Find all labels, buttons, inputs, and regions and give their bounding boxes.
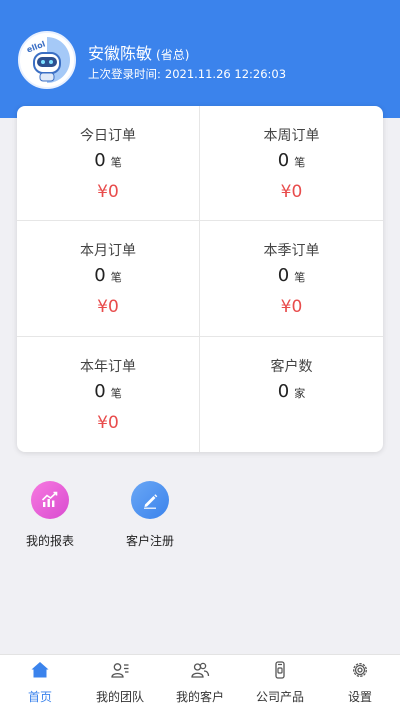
stat-title: 本季订单 [263,243,320,260]
customers-icon [191,662,210,678]
user-name: 安徽陈敏 [88,44,153,63]
stat-amount: ¥0 [97,297,119,318]
stat-unit: 笔 [110,156,122,169]
order-stats-card: 今日订单 0 笔 ¥0 本周订单 0 笔 ¥0 本月订单 0 笔 ¥0 本季订单 [17,106,383,452]
stat-title: 本周订单 [263,128,320,144]
nav-label: 公司产品 [255,690,304,704]
team-icon [111,663,129,678]
bottom-nav: 首页 我的团队 我的客户 公司产品 设置 [0,654,400,711]
last-login-time: 2021.11.26 12:26:03 [164,67,287,81]
settings-icon [353,663,367,677]
stat-count-row: 0 家 [200,381,383,402]
home-screen: ellol 安徽陈敏 (省总) 上次登录时间: 2021.11.26 12:26:… [0,0,400,711]
my-reports-button[interactable]: 我的报表 [10,481,90,549]
nav-label: 设置 [347,690,372,704]
nav-label: 我的客户 [175,690,224,704]
stat-count-row: 0 笔 [17,381,199,402]
nav-my-customers[interactable]: 我的客户 [160,655,240,711]
stat-quarter-orders[interactable]: 本季订单 0 笔 ¥0 [200,221,383,337]
stat-count: 0 [94,380,106,402]
last-login: 上次登录时间: 2021.11.26 12:26:03 [88,66,286,82]
stat-count-row: 0 笔 [200,150,383,171]
stat-year-orders[interactable]: 本年订单 0 笔 ¥0 [17,336,200,452]
stat-count-row: 0 笔 [17,150,199,171]
stat-count: 0 [277,265,290,287]
product-icon [275,661,285,679]
nav-label: 我的团队 [95,690,144,704]
stat-count: 0 [277,150,290,171]
stat-title: 今日订单 [80,128,136,144]
stat-month-orders[interactable]: 本月订单 0 笔 ¥0 [17,221,200,337]
stat-count-row: 0 笔 [200,265,383,286]
profile-header: ellol 安徽陈敏 (省总) 上次登录时间: 2021.11.26 12:26:… [0,0,400,118]
stat-amount: ¥0 [97,182,119,202]
stat-amount: ¥0 [280,297,303,318]
chart-trend-icon [31,481,69,519]
stat-unit: 笔 [110,271,122,285]
user-role: (省总) [156,48,190,62]
last-login-label: 上次登录时间: [88,67,161,81]
user-name-row: 安徽陈敏 (省总) [88,40,189,64]
stat-title: 客户数 [270,358,313,375]
stat-week-orders[interactable]: 本周订单 0 笔 ¥0 [200,106,383,222]
quick-action-label: 客户注册 [125,534,174,548]
stat-count: 0 [277,380,290,402]
home-icon [31,662,49,678]
stat-count-row: 0 笔 [17,265,199,286]
stat-count: 0 [94,265,106,287]
stat-unit: 家 [294,386,306,400]
stat-unit: 笔 [294,156,306,169]
avatar[interactable]: ellol [18,31,76,89]
nav-my-team[interactable]: 我的团队 [80,655,160,711]
stat-title: 本月订单 [80,243,136,260]
nav-company-products[interactable]: 公司产品 [240,655,320,711]
customer-register-button[interactable]: 客户注册 [110,481,190,549]
robot-avatar-icon: ellol [20,33,74,87]
nav-label: 首页 [27,690,52,704]
stat-today-orders[interactable]: 今日订单 0 笔 ¥0 [17,106,200,222]
quick-action-label: 我的报表 [25,534,74,548]
stat-title: 本年订单 [80,358,136,375]
stat-amount: ¥0 [280,182,303,202]
stat-unit: 笔 [110,386,122,400]
stat-unit: 笔 [294,271,306,285]
nav-home[interactable]: 首页 [0,655,80,711]
stat-count: 0 [94,150,106,171]
stat-customer-count[interactable]: 客户数 0 家 [200,337,383,452]
stat-amount: ¥0 [97,412,119,433]
pencil-icon [131,481,169,519]
nav-settings[interactable]: 设置 [320,655,400,711]
